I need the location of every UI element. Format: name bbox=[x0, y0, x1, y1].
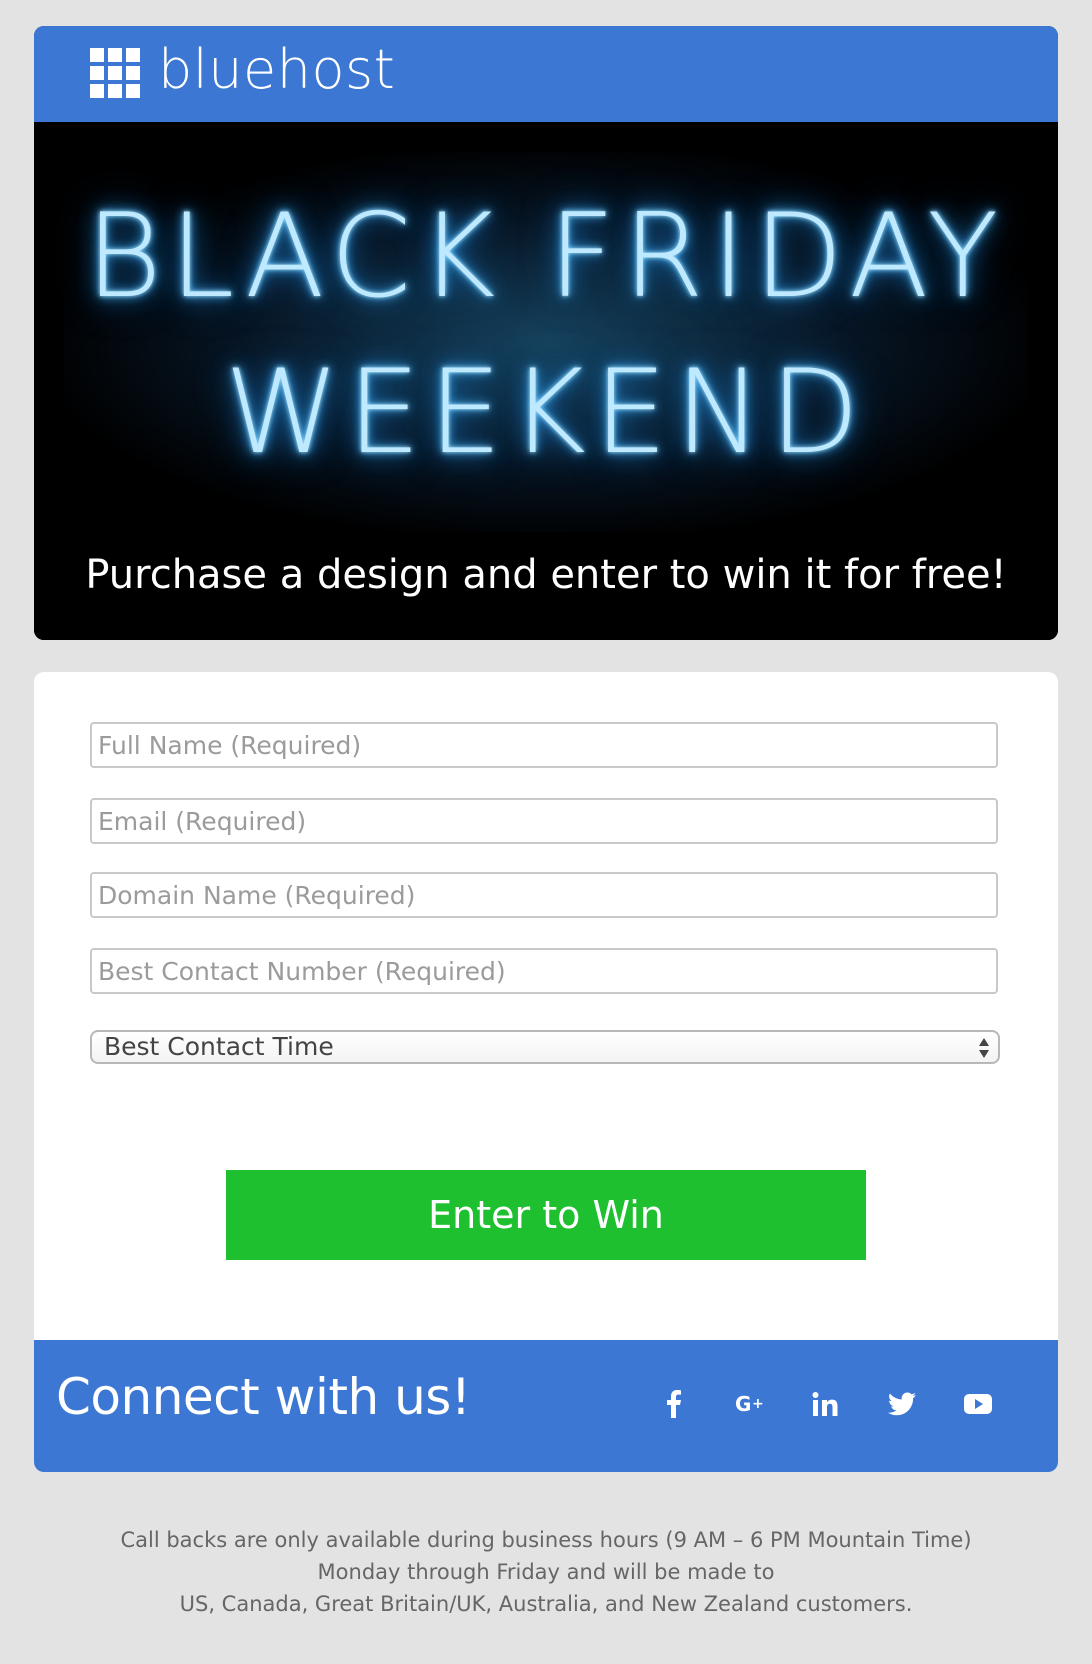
promo-card: bluehost BLACK FRIDAY WEEKEND Purchase a… bbox=[34, 26, 1058, 640]
callback-notice: Call backs are only available during bus… bbox=[0, 1524, 1092, 1620]
contact-number-input[interactable] bbox=[90, 948, 998, 994]
hero-subtitle: Purchase a design and enter to win it fo… bbox=[85, 552, 1007, 598]
facebook-icon[interactable] bbox=[656, 1386, 692, 1422]
twitter-icon[interactable] bbox=[884, 1386, 920, 1422]
hero-title-line2: WEEKEND bbox=[224, 345, 868, 480]
bluehost-logo-icon bbox=[90, 48, 140, 98]
connect-title: Connect with us! bbox=[56, 1368, 471, 1426]
svg-text:G: G bbox=[735, 1393, 751, 1415]
contact-time-select[interactable]: Best Contact Time bbox=[90, 1030, 1000, 1064]
email-input[interactable] bbox=[90, 798, 998, 844]
select-arrows-icon bbox=[979, 1038, 989, 1058]
enter-to-win-button[interactable]: Enter to Win bbox=[226, 1170, 866, 1260]
entry-form-card: Best Contact Time Enter to Win Connect w… bbox=[34, 672, 1058, 1472]
notice-line-1: Call backs are only available during bus… bbox=[120, 1528, 972, 1552]
linkedin-icon[interactable] bbox=[808, 1386, 844, 1422]
youtube-icon[interactable] bbox=[960, 1386, 996, 1422]
domain-name-input[interactable] bbox=[90, 872, 998, 918]
hero-banner: BLACK FRIDAY WEEKEND Purchase a design a… bbox=[34, 122, 1058, 640]
notice-line-2: Monday through Friday and will be made t… bbox=[317, 1560, 775, 1584]
svg-text:+: + bbox=[752, 1396, 764, 1412]
hero-title-line1: BLACK FRIDAY bbox=[85, 189, 1007, 324]
brand-header: bluehost bbox=[34, 26, 1058, 122]
brand-name: bluehost bbox=[158, 38, 396, 101]
full-name-input[interactable] bbox=[90, 722, 998, 768]
contact-time-selected: Best Contact Time bbox=[104, 1032, 334, 1061]
connect-footer: Connect with us! G + bbox=[34, 1340, 1058, 1472]
google-plus-icon[interactable]: G + bbox=[732, 1386, 768, 1422]
notice-line-3: US, Canada, Great Britain/UK, Australia,… bbox=[179, 1592, 913, 1616]
